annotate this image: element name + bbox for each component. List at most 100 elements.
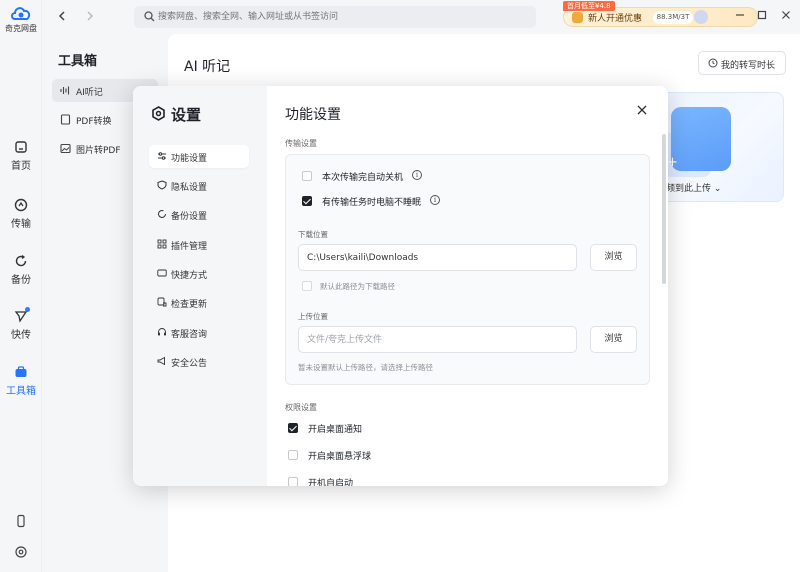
settings-nav-updates[interactable]: 检查更新 bbox=[149, 291, 249, 314]
upload-path-field[interactable] bbox=[298, 326, 577, 353]
back-button[interactable] bbox=[54, 9, 70, 25]
minimize-button[interactable] bbox=[733, 10, 747, 24]
minimize-icon bbox=[736, 14, 744, 16]
keyboard-icon bbox=[157, 269, 167, 277]
settings-nav-label: 隐私设置 bbox=[171, 183, 208, 193]
settings-nav-backup[interactable]: 备份设置 bbox=[149, 203, 249, 226]
desktop-notify-checkbox[interactable] bbox=[288, 423, 298, 433]
download-path-input[interactable] bbox=[307, 245, 567, 270]
my-records-button[interactable]: 我的转写时长 bbox=[698, 51, 786, 75]
rail-item-toolbox[interactable]: 工具箱 bbox=[0, 365, 42, 397]
rail-item-transfer[interactable]: 传输 bbox=[0, 198, 42, 230]
download-location-label: 下载位置 bbox=[298, 230, 328, 239]
backup-icon bbox=[15, 254, 27, 267]
music-note-illustration bbox=[671, 107, 731, 171]
rail-item-label: 首页 bbox=[11, 161, 31, 172]
scrollbar[interactable] bbox=[662, 134, 666, 284]
vip-price-tag: 首月低至¥4.8 bbox=[563, 1, 615, 11]
avatar[interactable] bbox=[694, 10, 708, 24]
shutdown-checkbox[interactable] bbox=[302, 171, 312, 181]
storage-quota: 88.3M/3T bbox=[653, 11, 693, 24]
rail-item-home[interactable]: 首页 bbox=[0, 140, 42, 172]
settings-nav-label: 检查更新 bbox=[171, 300, 208, 310]
image-icon bbox=[60, 143, 71, 154]
vip-promo[interactable]: 首月低至¥4.8 新人开通优惠 88.3M/3T bbox=[563, 1, 758, 27]
settings-sidebar: 设置 功能设置 隐私设置 备份设置 插件管理 快捷方式 检查更新 客服咨询 安全… bbox=[133, 86, 267, 486]
window-close-button[interactable] bbox=[779, 10, 793, 24]
upload-hint: 暂未设置默认上传路径，请选择上传路径 bbox=[298, 363, 433, 372]
settings-nav-label: 功能设置 bbox=[171, 154, 208, 164]
default-download-label: 默认此路径为下载路径 bbox=[320, 282, 395, 291]
transfer-section-label: 传输设置 bbox=[285, 139, 317, 148]
vip-label: 新人开通优惠 bbox=[588, 14, 643, 24]
phone-icon bbox=[17, 514, 25, 528]
upload-path-input[interactable] bbox=[307, 327, 567, 352]
notification-dot bbox=[25, 307, 30, 312]
upload-location-label: 上传位置 bbox=[298, 312, 328, 321]
headset-icon bbox=[158, 328, 166, 336]
settings-nav-label: 客服咨询 bbox=[171, 330, 208, 340]
rail-item-label: 快传 bbox=[11, 330, 31, 341]
app-logo[interactable]: 奇克网盘 bbox=[0, 4, 42, 34]
upload-browse-button[interactable]: 浏览 bbox=[590, 326, 637, 353]
auto-start-label: 开机自启动 bbox=[308, 479, 354, 486]
search-box[interactable] bbox=[134, 6, 536, 28]
left-rail: 奇克网盘 首页 传输 备份 快传 工具箱 bbox=[0, 0, 42, 572]
transfer-settings-group: 本次传输完自动关机 i 有传输任务时电脑不睡眠 i 下载位置 浏览 默认此路径为… bbox=[285, 154, 650, 385]
settings-page-title: 功能设置 bbox=[285, 107, 341, 123]
rail-item-quick-transfer[interactable]: 快传 bbox=[0, 307, 42, 341]
clock-icon bbox=[708, 58, 718, 68]
chevron-left-icon bbox=[58, 11, 65, 21]
close-icon bbox=[637, 105, 647, 115]
no-sleep-label: 有传输任务时电脑不睡眠 bbox=[322, 198, 422, 208]
download-path-field[interactable] bbox=[298, 244, 577, 271]
rail-item-label: 传输 bbox=[11, 219, 31, 230]
maximize-button[interactable] bbox=[755, 10, 769, 24]
rail-item-label: 工具箱 bbox=[6, 386, 36, 397]
dialog-close-button[interactable] bbox=[633, 102, 651, 120]
settings-nav-features[interactable]: 功能设置 bbox=[149, 145, 249, 168]
toolbox-icon bbox=[15, 366, 27, 377]
maximize-icon bbox=[757, 10, 767, 20]
pdf-icon bbox=[60, 114, 71, 125]
info-icon[interactable]: i bbox=[430, 195, 440, 205]
settings-nav-label: 安全公告 bbox=[171, 359, 208, 369]
rail-item-label: 备份 bbox=[11, 275, 31, 286]
tool-item-label: AI听记 bbox=[76, 88, 103, 98]
download-browse-button[interactable]: 浏览 bbox=[590, 244, 637, 271]
settings-dialog: 设置 功能设置 隐私设置 备份设置 插件管理 快捷方式 检查更新 客服咨询 安全… bbox=[133, 86, 668, 486]
settings-nav-privacy[interactable]: 隐私设置 bbox=[149, 174, 249, 197]
my-records-label: 我的转写时长 bbox=[721, 61, 776, 71]
settings-nav-shortcuts[interactable]: 快捷方式 bbox=[149, 262, 249, 285]
crown-icon bbox=[572, 12, 583, 23]
toolbox-title: 工具箱 bbox=[58, 54, 98, 69]
phone-button[interactable] bbox=[0, 514, 42, 531]
settings-content: 功能设置 传输设置 本次传输完自动关机 i 有传输任务时电脑不睡眠 i 下载位置… bbox=[267, 86, 668, 486]
settings-nav-label: 快捷方式 bbox=[171, 271, 208, 281]
search-icon bbox=[144, 11, 155, 22]
no-sleep-checkbox[interactable] bbox=[302, 196, 312, 206]
hexagon-gear-icon bbox=[152, 106, 165, 121]
sync-icon bbox=[158, 209, 166, 218]
home-icon bbox=[15, 141, 27, 153]
settings-nav-plugins[interactable]: 插件管理 bbox=[149, 233, 249, 256]
desktop-float-label: 开启桌面悬浮球 bbox=[308, 452, 372, 462]
plus-icon: + bbox=[667, 155, 678, 170]
megaphone-icon bbox=[157, 356, 165, 366]
audio-wave-icon bbox=[60, 86, 70, 95]
search-input[interactable] bbox=[158, 6, 528, 28]
close-icon bbox=[782, 11, 790, 19]
tool-item-label: 图片转PDF bbox=[76, 146, 121, 156]
settings-button[interactable] bbox=[0, 545, 42, 562]
settings-nav-security[interactable]: 安全公告 bbox=[149, 350, 249, 373]
chevron-right-icon bbox=[87, 11, 94, 21]
settings-nav-support[interactable]: 客服咨询 bbox=[149, 321, 249, 344]
info-icon[interactable]: i bbox=[412, 170, 422, 180]
forward-button[interactable] bbox=[82, 9, 98, 25]
default-download-checkbox[interactable] bbox=[302, 281, 312, 291]
cloud-logo-icon bbox=[11, 7, 31, 20]
auto-start-checkbox[interactable] bbox=[288, 477, 298, 486]
rail-item-backup[interactable]: 备份 bbox=[0, 254, 42, 286]
desktop-float-checkbox[interactable] bbox=[288, 450, 298, 460]
top-bar: 首月低至¥4.8 新人开通优惠 88.3M/3T bbox=[42, 0, 800, 34]
